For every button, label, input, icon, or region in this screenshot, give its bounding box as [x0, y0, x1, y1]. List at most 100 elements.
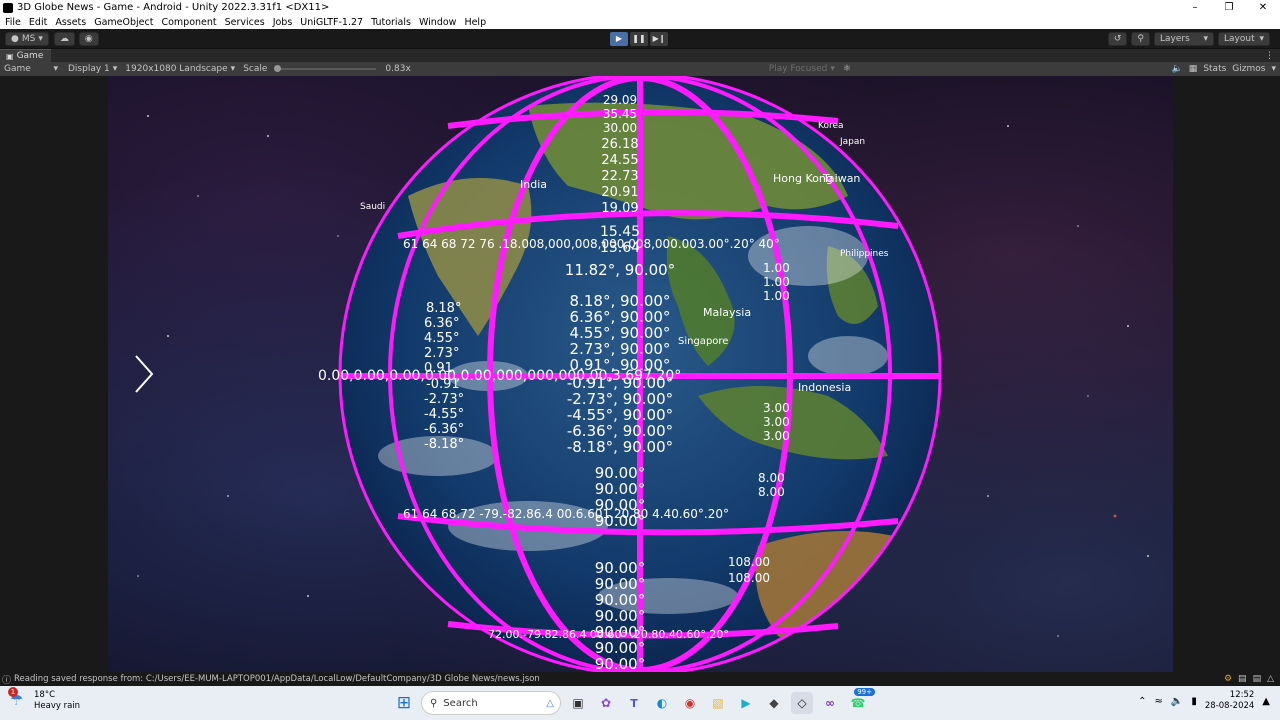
cloud-button[interactable]: ☁: [53, 31, 75, 46]
console-icon[interactable]: ▤: [1238, 674, 1247, 684]
search-icon: ⚲: [430, 697, 438, 709]
unity-hub-icon[interactable]: ◆: [763, 692, 785, 714]
bell-icon[interactable]: △: [1267, 674, 1274, 684]
layers-dropdown[interactable]: Layers ▾: [1154, 32, 1214, 46]
resolution-dropdown[interactable]: 1920x1080 Landscape ▾: [121, 64, 239, 74]
minimize-button[interactable]: –: [1178, 0, 1212, 15]
file-explorer-icon[interactable]: ▧: [707, 692, 729, 714]
unity-editor-icon[interactable]: ◇: [791, 692, 813, 714]
collab-button[interactable]: ◉: [78, 31, 99, 46]
weather-widget[interactable]: ☂ 1 18°C Heavy rain: [8, 687, 80, 712]
notification-bell-icon[interactable]: ▲: [1262, 696, 1270, 707]
tab-game-label: Game: [16, 51, 44, 61]
clock[interactable]: 12:52 28-08-2024: [1205, 690, 1254, 712]
info-icon: ⓘ: [2, 675, 12, 686]
country-label: Indonesia: [798, 381, 851, 394]
window-title: 3D Globe News - Game - Android - Unity 2…: [17, 2, 330, 13]
maximize-button[interactable]: ❐: [1212, 0, 1246, 15]
wifi-icon[interactable]: ≈: [1155, 696, 1163, 707]
mute-audio-icon[interactable]: 🔈: [1172, 64, 1183, 74]
bottom-band-label: 72.00.-79.82.86.4 00.60° .20.80.40.60°.2…: [488, 628, 729, 641]
edge-icon[interactable]: ◐: [651, 692, 673, 714]
close-button[interactable]: ✕: [1246, 0, 1280, 15]
menu-window[interactable]: Window: [419, 17, 456, 28]
coord-label: 3.00: [763, 401, 790, 415]
coord-label: -4.55°: [424, 407, 464, 422]
step-button[interactable]: ▶❙: [650, 32, 668, 46]
coord-label: 8.00: [758, 485, 785, 499]
unity-logo-icon: [3, 2, 13, 13]
chevron-up-icon[interactable]: ⌃: [1138, 696, 1146, 707]
start-button[interactable]: ⊞: [393, 692, 415, 714]
copilot-icon[interactable]: ✿: [595, 692, 617, 714]
menu-file[interactable]: File: [5, 17, 21, 28]
taskbar-search[interactable]: ⚲ Search △: [421, 691, 561, 715]
coord-label: 8.00: [758, 471, 785, 485]
weather-icon: ☂ 1: [8, 687, 24, 709]
game-view-toolbar: Game ▾ Display 1 ▾ 1920x1080 Landscape ▾…: [0, 62, 1280, 76]
layout-dropdown[interactable]: Layout ▾: [1218, 32, 1270, 46]
display-dropdown[interactable]: Display 1 ▾: [64, 64, 121, 74]
history-button[interactable]: ↺: [1107, 32, 1128, 46]
tab-game[interactable]: ▣ Game: [0, 49, 52, 62]
app-icon[interactable]: ▶: [735, 692, 757, 714]
upper-band-label: 61 64 68 72 76 .18.008,000,008,000,008,0…: [403, 237, 780, 251]
clock-date: 28-08-2024: [1204, 701, 1255, 711]
scale-control: Scale 0.83x: [239, 64, 415, 74]
play-icon: ▶: [615, 34, 623, 43]
menu-assets[interactable]: Assets: [55, 17, 86, 28]
notification-badge: 99+: [854, 688, 875, 696]
window-title-bar: 3D Globe News - Game - Android - Unity 2…: [0, 0, 1280, 15]
menu-edit[interactable]: Edit: [29, 17, 47, 28]
play-button[interactable]: ▶: [610, 32, 628, 46]
chevron-down-icon: ▾: [1203, 34, 1208, 44]
play-focused-dropdown[interactable]: Play Focused ▾: [765, 64, 839, 74]
country-label: Philippines: [840, 249, 889, 259]
collab-icon: ◉: [84, 33, 93, 44]
pause-button[interactable]: ❚❚: [630, 32, 648, 46]
menu-unigltf[interactable]: UniGLTF-1.27: [300, 17, 363, 28]
menu-services[interactable]: Services: [225, 17, 265, 28]
tab-menu-icon[interactable]: ⋮: [1265, 51, 1274, 61]
chevron-down-icon[interactable]: ▾: [1271, 64, 1276, 74]
search-placeholder: Search: [443, 697, 478, 709]
menu-gameobject[interactable]: GameObject: [94, 17, 153, 28]
whatsapp-icon[interactable]: ☎ 99+: [847, 688, 875, 714]
volume-icon[interactable]: 🔈: [1171, 696, 1183, 707]
menu-help[interactable]: Help: [464, 17, 486, 28]
progress-icon[interactable]: ▤: [1253, 674, 1262, 684]
stats-button[interactable]: Stats: [1203, 64, 1226, 74]
scale-slider[interactable]: [274, 65, 377, 72]
compile-icon[interactable]: ⚙: [1224, 674, 1232, 684]
menu-component[interactable]: Component: [161, 17, 216, 28]
task-view-icon[interactable]: ▣: [567, 692, 589, 714]
lower-band-label: 61 64 68.72 -79.-82.86.4 00.6.601.20.80 …: [403, 507, 729, 521]
game-mode-label: Game: [4, 64, 31, 74]
coord-label: -8.18°: [424, 437, 464, 452]
bug-icon[interactable]: ⚛: [843, 64, 851, 74]
chevron-down-icon: ▾: [1259, 34, 1264, 44]
coord-label: 2.73°: [424, 346, 459, 361]
resolution-label: 1920x1080 Landscape: [125, 64, 228, 74]
chrome-icon[interactable]: ◉: [679, 692, 701, 714]
scale-slider-handle[interactable]: [274, 65, 282, 72]
game-mode-dropdown[interactable]: Game ▾: [0, 64, 62, 74]
menu-tutorials[interactable]: Tutorials: [371, 17, 411, 28]
next-arrow-icon[interactable]: [135, 355, 154, 393]
menu-jobs[interactable]: Jobs: [273, 17, 293, 28]
game-view[interactable]: India Hong Kong Taiwan Korea Japan Malay…: [108, 76, 1173, 672]
layers-label: Layers: [1160, 34, 1190, 44]
search-button[interactable]: ⚲: [1131, 32, 1150, 46]
weather-temp: 18°C: [34, 690, 56, 700]
country-label: India: [520, 178, 547, 191]
visual-studio-icon[interactable]: ∞: [819, 692, 841, 714]
teams-icon[interactable]: T: [623, 692, 645, 714]
country-label: Saudi: [360, 202, 385, 212]
gizmos-button[interactable]: Gizmos: [1232, 64, 1265, 74]
battery-icon[interactable]: ▮: [1191, 696, 1197, 707]
coord-label: 3.00: [763, 429, 790, 443]
console-status-bar[interactable]: ⓘ Reading saved response from: C:/Users/…: [0, 672, 1280, 686]
grid-icon[interactable]: ▦: [1189, 64, 1198, 74]
taskbar-apps: ⊞ ⚲ Search △ ▣ ✿ T ◐ ◉ ▧ ▶ ◆ ◇ ∞ ☎ 99+: [393, 688, 875, 715]
account-dropdown[interactable]: ● MS ▾: [5, 31, 49, 46]
